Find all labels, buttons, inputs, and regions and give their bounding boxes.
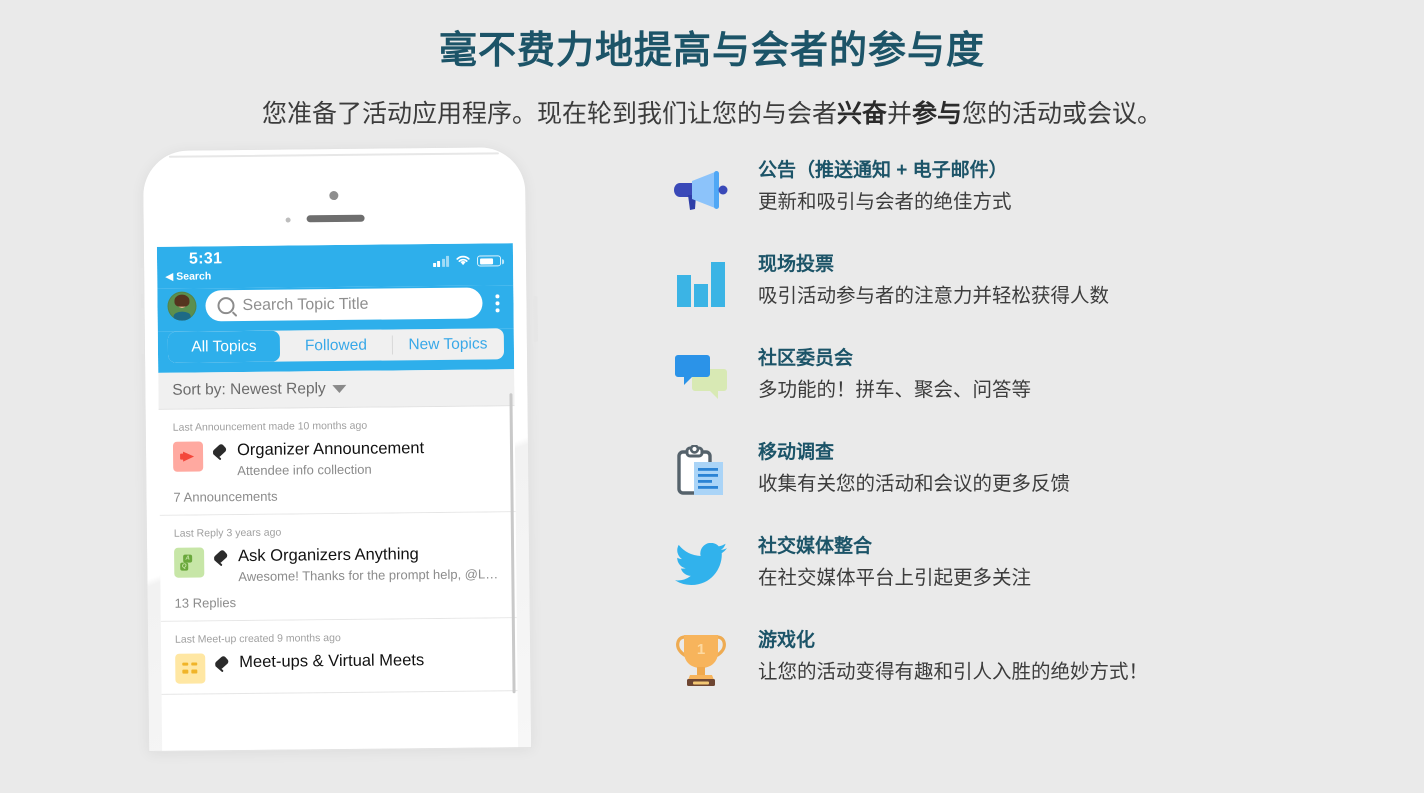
feature-description: 让您的活动变得有趣和引人入胜的绝妙方式！: [758, 660, 1149, 683]
tab-all-topics[interactable]: All Topics: [167, 330, 281, 363]
subtitle-bold-1: 兴奋: [836, 99, 887, 128]
feature-description: 吸引活动参与者的注意力并轻松获得人数: [758, 284, 1110, 307]
chevron-down-icon: [332, 384, 347, 394]
phone-camera-icon: [329, 191, 339, 201]
qa-badge-icon: AQ: [174, 547, 205, 578]
list-item[interactable]: Last Meet-up created 9 months ago Meet-u…: [160, 618, 518, 695]
topic-title: Ask Organizers Anything: [238, 545, 419, 566]
topic-tabs: All Topics Followed New Topics: [157, 328, 515, 373]
page-header: 毫不费力地提高与会者的参与度 您准备了活动应用程序。现在轮到我们让您的与会者兴奋…: [0, 0, 1424, 130]
status-bar: 5:31 ◀ Search: [156, 243, 514, 289]
sort-by-label: Sort by: Newest Reply: [172, 380, 326, 399]
status-icons: [432, 254, 502, 268]
pin-icon: [212, 549, 230, 573]
phone-volume-down-button: [139, 308, 145, 355]
user-avatar[interactable]: [167, 291, 197, 321]
topic-meta: Last Reply 3 years ago: [173, 526, 282, 540]
phone-mockup-column: 5:31 ◀ Search Search Topic Title All Top…: [0, 146, 670, 753]
page-subtitle: 您准备了活动应用程序。现在轮到我们让您的与会者兴奋并参与您的活动或会议。: [0, 98, 1424, 131]
topic-meta: Last Meet-up created 9 months ago: [174, 631, 341, 646]
bar-chart-icon: [670, 252, 732, 314]
megaphone-icon: [670, 158, 732, 220]
phone-top-edge: [168, 152, 499, 158]
topic-title: Organizer Announcement: [236, 439, 425, 460]
status-back-link[interactable]: ◀ Search: [165, 270, 211, 282]
status-time: 5:31: [188, 250, 223, 268]
feature-description: 在社交媒体平台上引起更多关注: [758, 566, 1032, 589]
list-item[interactable]: Last Reply 3 years ago AQ Ask Organizers…: [159, 512, 517, 622]
feature-title: 移动调查: [758, 442, 835, 463]
sort-by-control[interactable]: Sort by: Newest Reply: [158, 369, 515, 410]
topic-subtitle: Attendee info collection: [237, 461, 372, 479]
search-input[interactable]: Search Topic Title: [205, 287, 483, 322]
signal-bars-icon: [432, 255, 450, 268]
search-icon: [217, 297, 235, 315]
chat-bubbles-icon: [670, 346, 732, 408]
phone-body: 5:31 ◀ Search Search Topic Title All Top…: [141, 146, 533, 753]
feature-description: 多功能的！拼车、聚会、问答等: [758, 378, 1032, 401]
feature-title: 公告（推送通知 + 电子邮件）: [758, 160, 1008, 181]
topic-title: Meet-ups & Virtual Meets: [239, 651, 425, 672]
feature-title: 现场投票: [758, 254, 835, 275]
feature-list: 公告（推送通知 + 电子邮件） 更新和吸引与会者的绝佳方式 现场投票 吸引活动参…: [670, 148, 1424, 720]
trophy-icon: 1: [670, 628, 732, 690]
twitter-bird-icon: [670, 534, 732, 596]
feature-description: 更新和吸引与会者的绝佳方式: [758, 190, 1012, 213]
phone-speaker-grille: [306, 214, 365, 223]
wifi-icon: [456, 255, 470, 266]
content-area: 5:31 ◀ Search Search Topic Title All Top…: [0, 130, 1424, 753]
feature-title: 游戏化: [758, 630, 816, 651]
phone-mockup: 5:31 ◀ Search Search Topic Title All Top…: [139, 146, 538, 753]
subtitle-text-1: 您准备了活动应用程序。现在轮到我们让您的与会者: [261, 99, 837, 128]
topic-count: 7 Announcements: [173, 488, 278, 505]
subtitle-text-3: 您的活动或会议。: [962, 99, 1163, 128]
feature-description: 收集有关您的活动和会议的更多反馈: [758, 472, 1071, 495]
subtitle-bold-2: 参与: [912, 99, 963, 128]
clipboard-icon: [670, 440, 732, 502]
list-item[interactable]: Last Announcement made 10 months ago Org…: [158, 406, 516, 516]
feature-item-community-board: 社区委员会 多功能的！拼车、聚会、问答等: [670, 344, 1424, 416]
topic-subtitle: Awesome! Thanks for the prompt help, @Lo…: [238, 566, 503, 585]
feature-item-live-polls: 现场投票 吸引活动参与者的注意力并轻松获得人数: [670, 250, 1424, 322]
megaphone-badge-icon: [172, 441, 204, 472]
phone-sensor-icon: [285, 217, 291, 223]
tab-new-topics[interactable]: New Topics: [392, 328, 504, 360]
svg-text:1: 1: [697, 641, 705, 658]
feature-item-mobile-survey: 移动调查 收集有关您的活动和会议的更多反馈: [670, 438, 1424, 510]
feature-item-announcements: 公告（推送通知 + 电子邮件） 更新和吸引与会者的绝佳方式: [670, 156, 1424, 228]
page-title: 毫不费力地提高与会者的参与度: [438, 30, 985, 72]
feature-item-gamification: 1 游戏化 让您的活动变得有趣和引人入胜的绝妙方式！: [670, 626, 1424, 698]
search-placeholder: Search Topic Title: [242, 295, 369, 314]
phone-power-button: [533, 295, 538, 342]
kebab-menu-icon[interactable]: [491, 293, 503, 312]
tab-followed[interactable]: Followed: [280, 329, 392, 361]
pin-icon: [213, 655, 231, 679]
nav-bar: Search Topic Title: [157, 285, 514, 332]
topic-meta: Last Announcement made 10 months ago: [172, 419, 368, 434]
phone-screen: 5:31 ◀ Search Search Topic Title All Top…: [156, 243, 519, 751]
topic-count: 13 Replies: [174, 595, 237, 611]
grid-badge-icon: [175, 653, 206, 684]
pin-icon: [211, 443, 229, 467]
battery-icon: [476, 255, 502, 267]
subtitle-text-2: 并: [886, 99, 912, 128]
feature-title: 社区委员会: [758, 348, 854, 369]
feature-title: 社交媒体整合: [758, 536, 873, 557]
feature-item-social-media: 社交媒体整合 在社交媒体平台上引起更多关注: [670, 532, 1424, 604]
phone-volume-up-button: [139, 268, 144, 295]
